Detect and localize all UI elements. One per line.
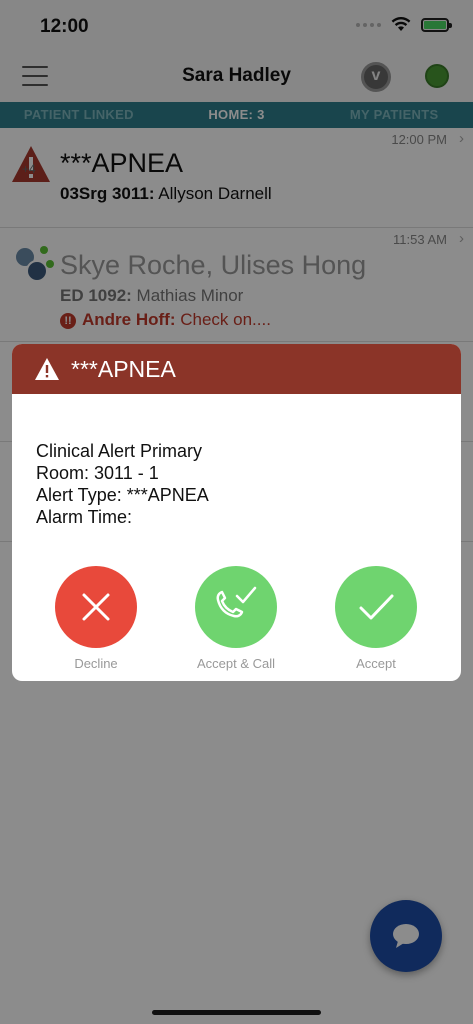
decline-button[interactable]: Decline bbox=[36, 566, 156, 671]
alert-type: Alert Type: ***APNEA bbox=[36, 485, 209, 505]
decline-label: Decline bbox=[74, 656, 118, 671]
dialog-actions: Decline Accept & Call Accept bbox=[12, 566, 461, 676]
accept-circle[interactable] bbox=[335, 566, 417, 648]
alert-dialog: ***APNEA Clinical Alert Primary Room: 30… bbox=[12, 344, 461, 681]
accept-button[interactable]: Accept bbox=[316, 566, 436, 671]
alert-room: Room: 3011 - 1 bbox=[36, 463, 159, 483]
dialog-title: ***APNEA bbox=[71, 356, 176, 382]
accept-label: Accept bbox=[356, 656, 396, 671]
decline-circle[interactable] bbox=[55, 566, 137, 648]
dialog-header: ***APNEA bbox=[12, 344, 461, 394]
check-icon bbox=[359, 594, 394, 620]
alarm-time: Alarm Time: bbox=[36, 507, 133, 527]
accept-and-call-label: Accept & Call bbox=[196, 656, 276, 671]
accept-and-call-button[interactable]: Accept & Call bbox=[176, 566, 296, 671]
alert-category: Clinical Alert Primary bbox=[36, 441, 203, 461]
close-icon bbox=[82, 593, 110, 621]
warning-icon bbox=[35, 358, 59, 380]
accept-call-circle[interactable] bbox=[195, 566, 277, 648]
home-indicator[interactable] bbox=[152, 1010, 321, 1015]
phone-check-icon bbox=[216, 586, 257, 618]
dialog-body: Clinical Alert Primary Room: 3011 - 1 Al… bbox=[36, 440, 209, 528]
